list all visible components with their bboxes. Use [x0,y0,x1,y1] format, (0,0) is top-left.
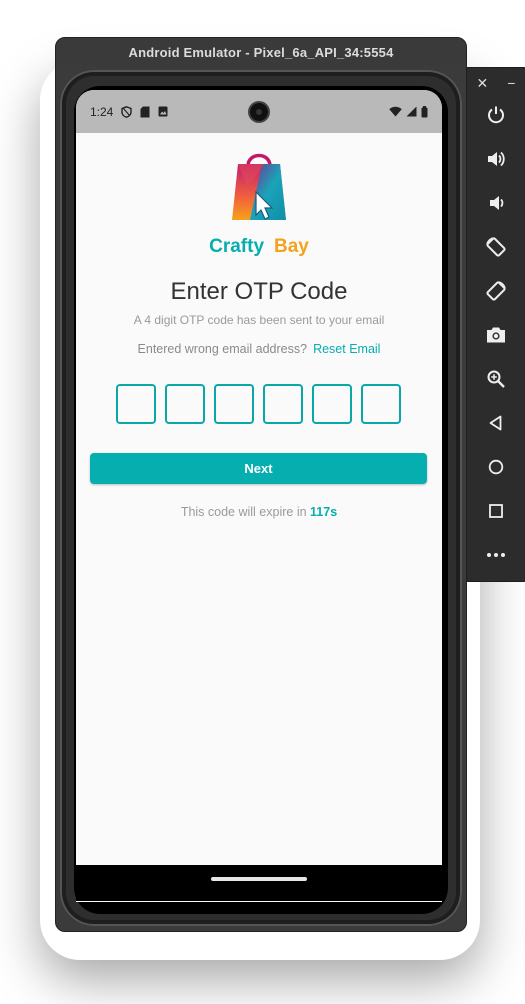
back-button[interactable] [481,408,511,438]
shield-icon [121,105,133,118]
otp-input-row [116,384,401,424]
volume-up-icon [488,151,505,167]
expire-message: This code will expire in 117s [76,505,442,519]
close-icon[interactable]: ✕ [477,75,489,92]
otp-sent-message: A 4 digit OTP code has been sent to your… [133,313,385,327]
screenshot-button[interactable] [481,320,511,350]
otp-digit-field[interactable] [116,384,156,424]
crafty-bay-logo [232,153,286,220]
rotate-right-button[interactable] [481,276,511,306]
rotate-right-icon [486,281,506,301]
image-icon [158,106,168,117]
zoom-icon [487,370,505,388]
status-time: 1:24 [90,104,114,119]
next-button[interactable]: Next [90,453,427,484]
page-title: Enter OTP Code [170,278,348,305]
emulator-window: Android Emulator - Pixel_6a_API_34:5554 … [55,37,467,932]
battery-icon [421,105,428,117]
overview-button[interactable] [481,496,511,526]
more-icon [487,553,505,557]
power-icon [488,106,504,124]
zoom-button[interactable] [481,364,511,394]
volume-down-button[interactable] [481,188,511,218]
emulator-side-toolbar: ✕ − [466,67,525,582]
wrong-email-prompt: Entered wrong email address? [137,342,308,356]
otp-digit-field[interactable] [312,384,352,424]
minimize-icon[interactable]: − [507,75,515,91]
status-bar: 1:24 [76,90,442,133]
otp-digit-field[interactable] [263,384,303,424]
camera-icon [487,327,505,343]
otp-digit-field[interactable] [361,384,401,424]
wifi-icon [389,106,402,117]
volume-up-button[interactable] [481,144,511,174]
wrong-email-row: Entered wrong email address? Reset Email [76,342,442,356]
volume-down-icon [490,196,504,210]
rotate-left-button[interactable] [481,232,511,262]
home-icon [488,459,504,475]
brand-word-bay: Bay [274,236,309,257]
otp-digit-field[interactable] [214,384,254,424]
sd-card-icon [140,106,150,117]
front-camera [248,101,270,123]
home-gesture-handle[interactable] [211,877,307,881]
more-button[interactable] [481,540,511,570]
brand-word-crafty: Crafty [209,236,265,257]
back-icon [489,415,502,431]
otp-digit-field[interactable] [165,384,205,424]
gesture-nav-bar [76,865,442,901]
power-button[interactable] [481,100,511,130]
reset-email-link[interactable]: Reset Email [313,342,380,356]
window-title: Android Emulator - Pixel_6a_API_34:5554 [56,38,466,66]
brand-name: Crafty Bay [76,236,442,258]
phone-screen: 1:24 Crafty Bay Enter OTP Code A 4 digit… [76,90,442,902]
overview-icon [489,504,503,518]
rotate-left-icon [486,237,506,257]
home-button[interactable] [481,452,511,482]
expire-countdown: 117s [310,505,338,519]
signal-icon [406,106,417,117]
expire-text: This code will expire in [180,505,307,519]
